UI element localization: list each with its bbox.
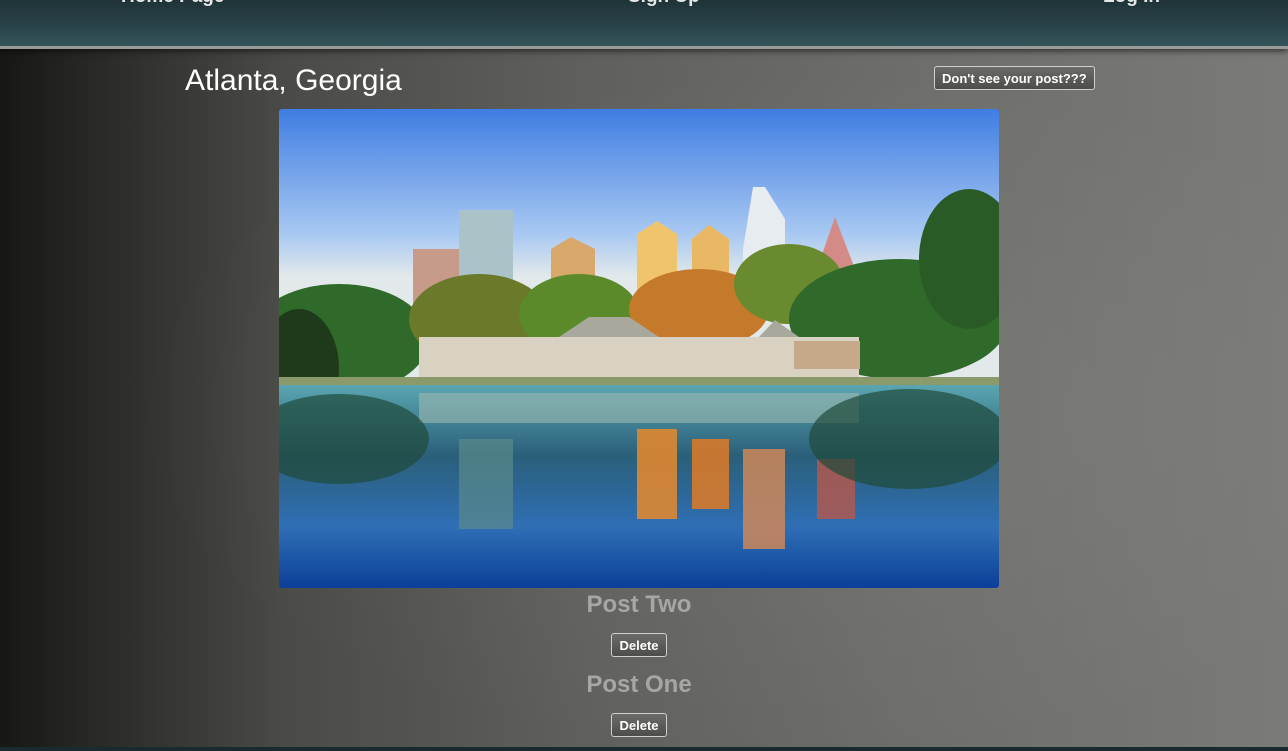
city-skyline-photo bbox=[279, 109, 999, 588]
bottom-edge bbox=[0, 747, 1288, 751]
skyline-image bbox=[279, 109, 999, 588]
nav-login-link[interactable]: Log In bbox=[1103, 0, 1160, 8]
nav-signup-link[interactable]: Sign Up bbox=[628, 0, 700, 8]
navbar: Home Page Sign Up Log In bbox=[0, 0, 1288, 49]
delete-post-button[interactable]: Delete bbox=[611, 633, 667, 657]
page-title: Atlanta, Georgia bbox=[185, 64, 402, 97]
delete-post-button[interactable]: Delete bbox=[611, 713, 667, 737]
post-title: Post One bbox=[586, 671, 692, 698]
post-title: Post Two bbox=[586, 591, 692, 618]
nav-home-link[interactable]: Home Page bbox=[121, 0, 224, 8]
missing-post-help-button[interactable]: Don't see your post??? bbox=[934, 66, 1095, 90]
